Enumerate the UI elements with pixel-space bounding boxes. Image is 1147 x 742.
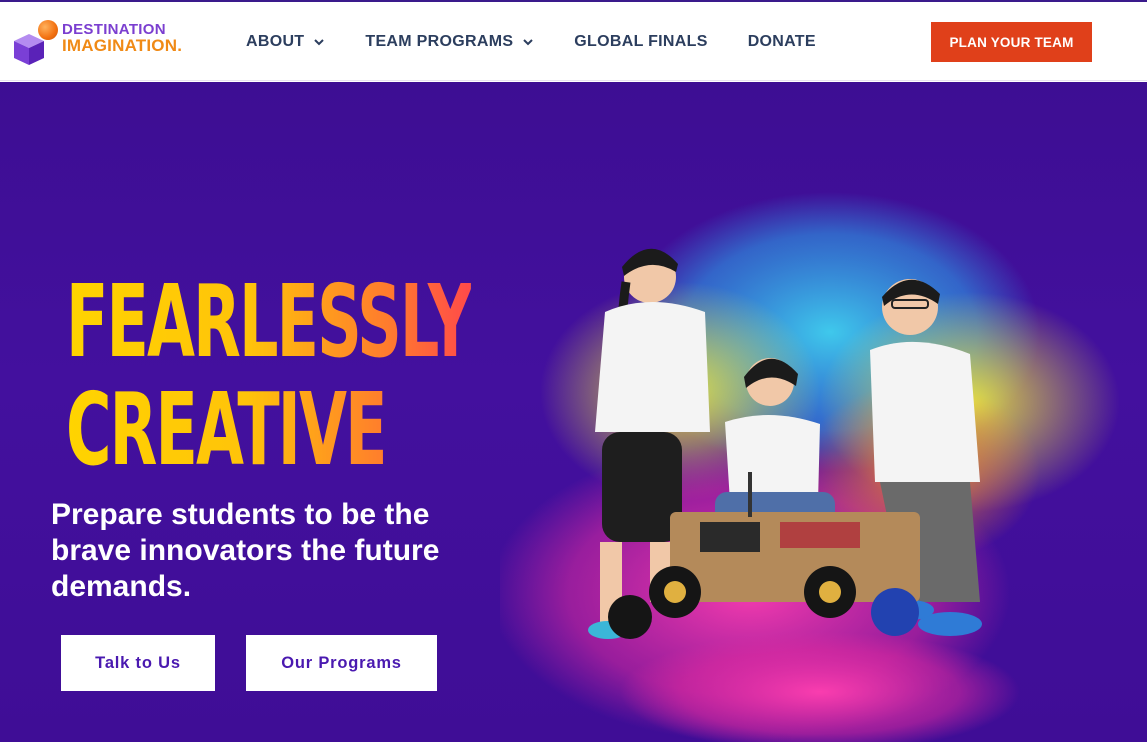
headline-line-1: FEARLESSLY — [66, 263, 471, 380]
brand-wordmark: DESTINATION IMAGINATION. — [62, 22, 183, 55]
nav-item-label: ABOUT — [246, 32, 305, 50]
nav-item-label: TEAM PROGRAMS — [365, 32, 514, 50]
nav-item-label: GLOBAL FINALS — [574, 32, 708, 50]
brand-logo[interactable]: DESTINATION IMAGINATION. — [12, 18, 202, 66]
hero-illustration — [500, 192, 1120, 742]
brand-line2: IMAGINATION. — [62, 36, 183, 55]
nav-item-donate[interactable]: DONATE — [748, 33, 816, 51]
main-nav: ABOUT TEAM PROGRAMS GLOBAL FINALS DONATE — [246, 2, 856, 81]
hero-headline: FEARLESSLY CREATIVE — [66, 268, 471, 484]
site-header: DESTINATION IMAGINATION. ABOUT TEAM PROG… — [0, 2, 1147, 81]
our-programs-button[interactable]: Our Programs — [246, 635, 437, 691]
hero-subheading: Prepare students to be the brave innovat… — [51, 498, 440, 603]
nav-item-team-programs[interactable]: TEAM PROGRAMS — [365, 33, 534, 51]
headline-line-2: CREATIVE — [66, 371, 386, 488]
nav-item-about[interactable]: ABOUT — [246, 33, 325, 51]
talk-to-us-button[interactable]: Talk to Us — [61, 635, 215, 691]
orange-ball-icon — [38, 20, 58, 40]
nav-item-global-finals[interactable]: GLOBAL FINALS — [574, 33, 707, 51]
plan-your-team-button[interactable]: PLAN YOUR TEAM — [931, 22, 1092, 62]
nav-item-label: DONATE — [747, 32, 816, 50]
chevron-down-icon — [523, 38, 534, 45]
hero-section: FEARLESSLY CREATIVE Prepare students to … — [0, 82, 1147, 742]
chevron-down-icon — [314, 38, 325, 45]
